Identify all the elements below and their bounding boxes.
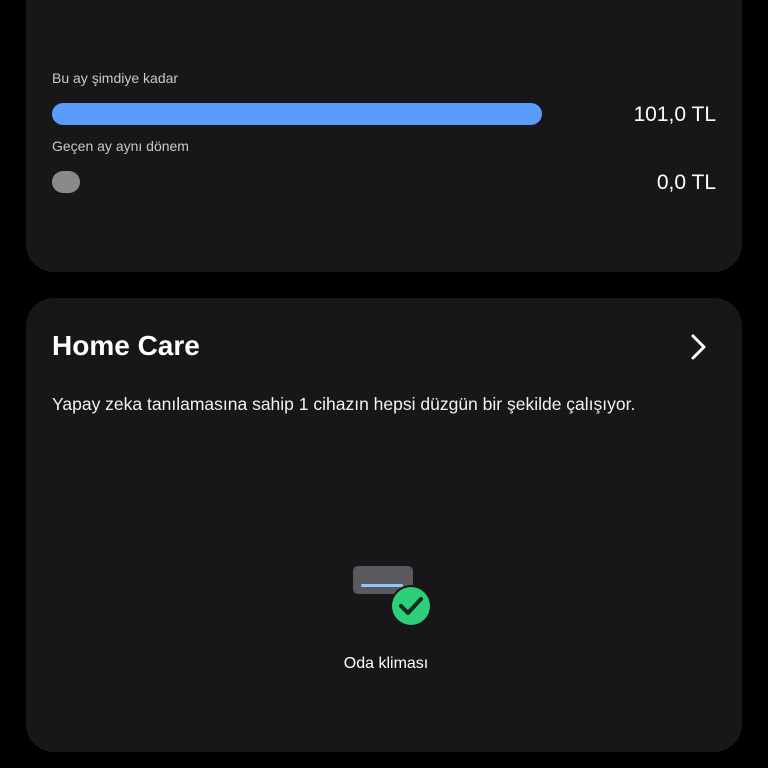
previous-period-bar <box>52 171 80 193</box>
air-conditioner-icon <box>353 564 435 630</box>
energy-usage-card[interactable]: Bu ay şimdiye kadar 101,0 TL Geçen ay ay… <box>26 0 742 272</box>
device-item[interactable]: Oda kliması <box>326 564 446 684</box>
home-care-title: Home Care <box>52 330 200 361</box>
home-care-description: Yapay zeka tanılamasına sahip 1 cihazın … <box>52 394 636 414</box>
this-month-amount: 101,0 TL <box>633 103 716 126</box>
this-month-bar <box>52 103 542 125</box>
device-name: Oda kliması <box>343 655 429 672</box>
this-month-label: Bu ay şimdiye kadar <box>52 70 179 86</box>
chevron-right-icon[interactable] <box>684 331 712 363</box>
home-care-card[interactable]: Home Care Yapay zeka tanılamasına sahip … <box>26 298 742 752</box>
check-circle-icon <box>392 587 430 625</box>
previous-period-label: Geçen ay aynı dönem <box>52 138 189 154</box>
previous-period-amount: 0,0 TL <box>656 171 716 194</box>
